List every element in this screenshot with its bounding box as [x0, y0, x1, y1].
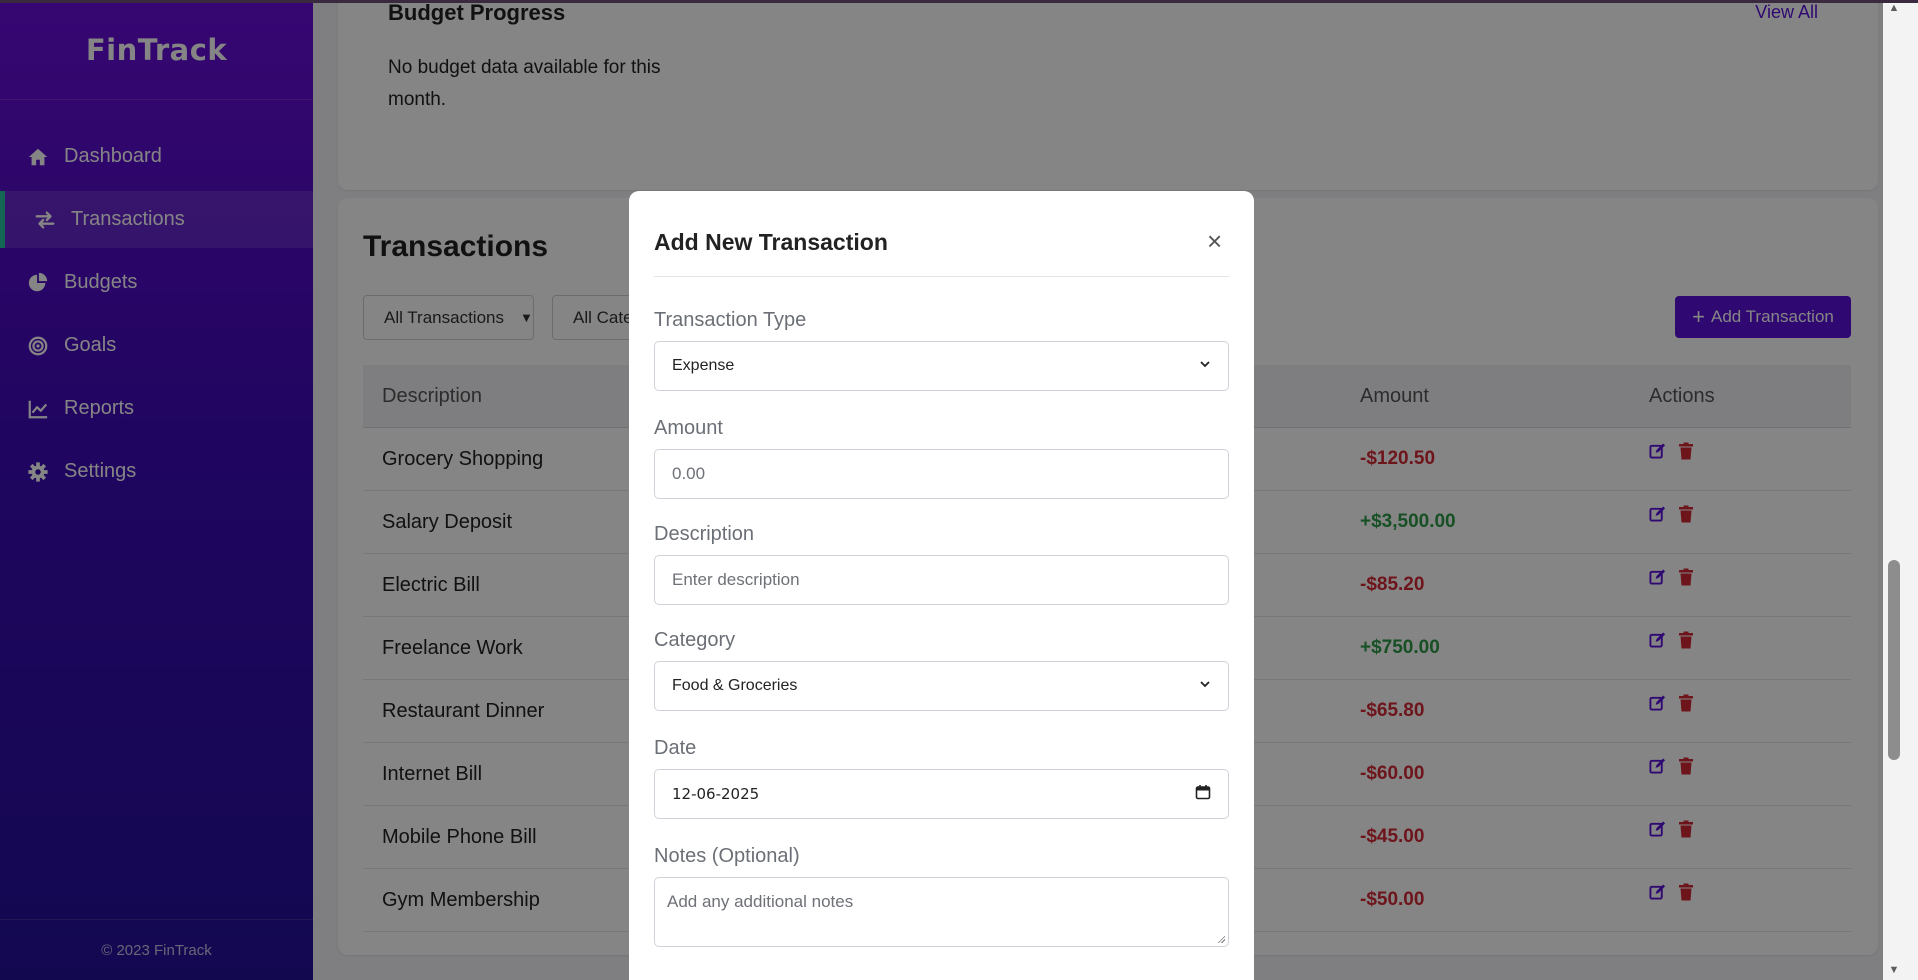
amount-input[interactable]: 0.00 [654, 449, 1229, 499]
date-label: Date [654, 737, 697, 759]
calendar-icon[interactable] [1195, 784, 1211, 804]
scroll-thumb[interactable] [1888, 560, 1900, 760]
scroll-up-arrow[interactable]: ▲ [1887, 2, 1901, 14]
notes-textarea[interactable]: Add any additional notes [654, 877, 1229, 947]
add-transaction-modal: Add New Transaction × Transaction Type E… [629, 191, 1254, 980]
close-icon[interactable]: × [1207, 228, 1222, 254]
transaction-type-label: Transaction Type [654, 309, 807, 331]
window-top-edge [0, 0, 1918, 3]
category-value: Food & Groceries [672, 677, 798, 694]
category-select[interactable]: Food & Groceries [654, 661, 1229, 711]
description-input[interactable]: Enter description [654, 555, 1229, 605]
amount-placeholder: 0.00 [672, 464, 706, 483]
scroll-down-arrow[interactable]: ▼ [1887, 964, 1901, 976]
modal-title: Add New Transaction [654, 229, 888, 255]
notes-label: Notes (Optional) [654, 845, 800, 867]
chevron-down-icon [1199, 677, 1211, 695]
chevron-down-icon [1199, 357, 1211, 375]
notes-placeholder: Add any additional notes [667, 892, 854, 911]
modal-divider [654, 276, 1229, 277]
resize-handle-icon[interactable] [1217, 935, 1225, 943]
amount-label: Amount [654, 417, 723, 439]
date-value: 12-06-2025 [672, 785, 760, 803]
category-label: Category [654, 629, 736, 651]
description-placeholder: Enter description [672, 570, 800, 589]
transaction-type-value: Expense [672, 357, 735, 374]
date-input[interactable]: 12-06-2025 [654, 769, 1229, 819]
page-scrollbar[interactable] [1883, 0, 1918, 980]
description-label: Description [654, 523, 755, 545]
transaction-type-select[interactable]: Expense [654, 341, 1229, 391]
